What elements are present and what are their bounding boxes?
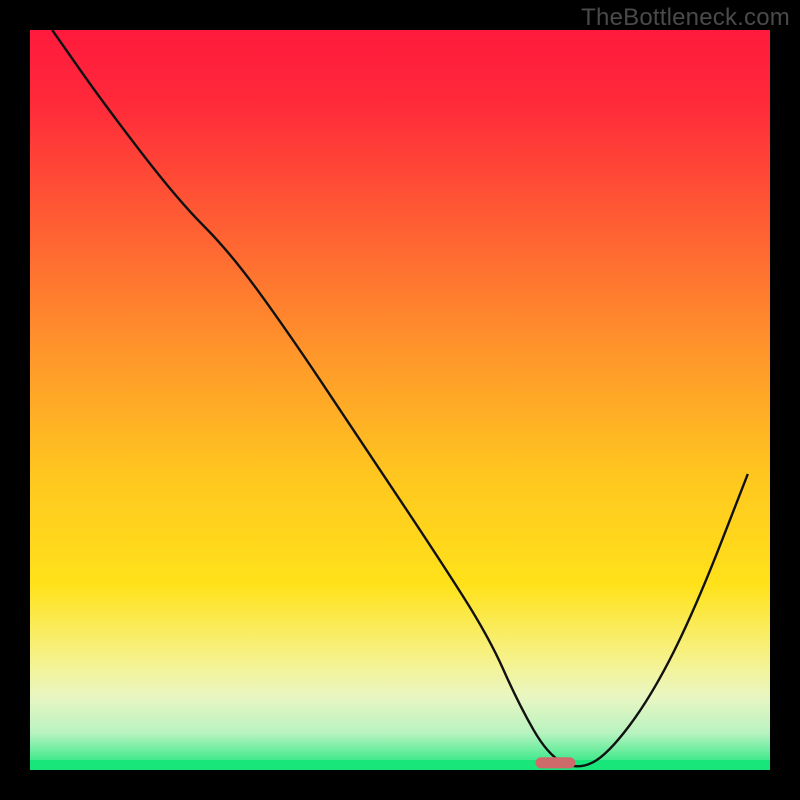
bottleneck-chart (0, 0, 800, 800)
green-baseline (30, 760, 770, 770)
optimum-marker (535, 757, 575, 768)
plot-background (30, 30, 770, 770)
chart-frame: TheBottleneck.com (0, 0, 800, 800)
